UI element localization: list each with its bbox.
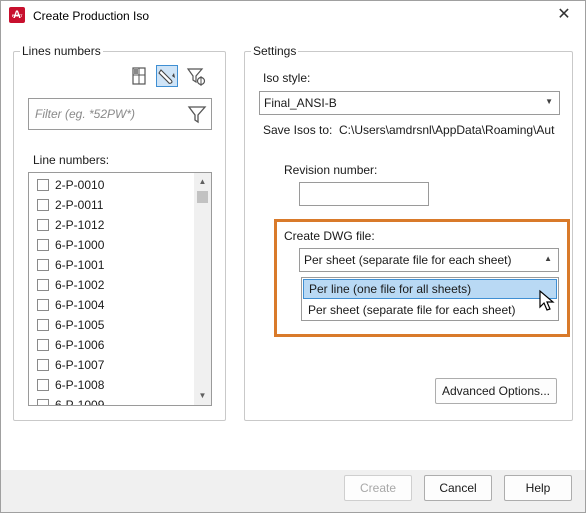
list-item[interactable]: 6-P-1005: [37, 315, 197, 335]
list-item[interactable]: 6-P-1001: [37, 255, 197, 275]
save-isos-path: C:\Users\amdrsnl\AppData\Roaming\Aut: [339, 123, 555, 137]
settings-legend: Settings: [251, 44, 299, 58]
sheet-icon[interactable]: [128, 65, 150, 87]
checkbox[interactable]: [37, 339, 49, 351]
filter-settings-icon[interactable]: [185, 65, 207, 87]
iso-style-value: Final_ANSI-B: [264, 96, 337, 110]
revision-number-input[interactable]: [299, 182, 429, 206]
checkbox[interactable]: [37, 239, 49, 251]
line-number-label: 6-P-1004: [55, 298, 105, 312]
list-item[interactable]: 2-P-0010: [37, 175, 197, 195]
list-item[interactable]: 6-P-1000: [37, 235, 197, 255]
checkbox[interactable]: [37, 259, 49, 271]
line-number-label: 6-P-1001: [55, 258, 105, 272]
checkbox[interactable]: [37, 279, 49, 291]
list-item[interactable]: 2-P-0011: [37, 195, 197, 215]
mouse-pointer-icon: [539, 289, 555, 311]
checkbox[interactable]: [37, 379, 49, 391]
dialog-body: Lines numbers Filter (eg. *52PW*) Line n…: [1, 31, 585, 470]
list-item[interactable]: 6-P-1007: [37, 355, 197, 375]
list-item[interactable]: 6-P-1004: [37, 295, 197, 315]
list-item[interactable]: 2-P-1012: [37, 215, 197, 235]
line-filter-field[interactable]: [28, 98, 212, 130]
iso-style-dropdown[interactable]: Final_ANSI-B ▼: [259, 91, 560, 115]
chevron-down-icon: ▼: [545, 97, 553, 106]
list-item[interactable]: 6-P-1002: [37, 275, 197, 295]
line-number-label: 6-P-1007: [55, 358, 105, 372]
scroll-down-icon[interactable]: ▼: [194, 389, 211, 403]
line-number-label: 2-P-1012: [55, 218, 105, 232]
list-item[interactable]: 6-P-1009: [37, 395, 197, 406]
checkbox[interactable]: [37, 319, 49, 331]
filter-funnel-icon[interactable]: [187, 104, 207, 124]
list-scrollbar[interactable]: ▲ ▼: [194, 173, 211, 405]
title-bar: A PLNT Create Production Iso ✕: [1, 1, 585, 31]
checkbox[interactable]: [37, 299, 49, 311]
list-item[interactable]: 6-P-1008: [37, 375, 197, 395]
line-numbers-label: Line numbers:: [33, 153, 110, 167]
line-filter-input[interactable]: [33, 105, 183, 123]
window-title: Create Production Iso: [33, 9, 150, 23]
scroll-up-icon[interactable]: ▲: [194, 175, 211, 189]
line-number-label: 2-P-0011: [55, 198, 104, 212]
iso-style-label: Iso style:: [263, 71, 311, 85]
lines-numbers-legend: Lines numbers: [20, 44, 103, 58]
dialog-window: A PLNT Create Production Iso ✕ Lines num…: [0, 0, 586, 513]
scroll-thumb[interactable]: [197, 191, 208, 203]
checkbox[interactable]: [37, 399, 49, 405]
list-item[interactable]: 6-P-1006: [37, 335, 197, 355]
help-button[interactable]: Help: [504, 475, 572, 501]
line-number-label: 6-P-1002: [55, 278, 105, 292]
checkbox[interactable]: [37, 179, 49, 191]
checkbox[interactable]: [37, 359, 49, 371]
checkbox[interactable]: [37, 219, 49, 231]
line-numbers-list[interactable]: 2-P-0010 2-P-0011 2-P-1012 6-P-1000 6-P-1001…: [28, 172, 212, 406]
save-isos-label: Save Isos to:: [263, 123, 333, 137]
line-number-label: 6-P-1006: [55, 338, 105, 352]
cancel-button[interactable]: Cancel: [424, 475, 492, 501]
line-number-label: 6-P-1005: [55, 318, 105, 332]
line-number-label: 6-P-1008: [55, 378, 105, 392]
advanced-options-button[interactable]: Advanced Options...: [435, 378, 557, 404]
create-button[interactable]: Create: [344, 475, 412, 501]
highlight-frame: [274, 219, 570, 337]
autocad-plant-app-icon: A PLNT: [9, 7, 25, 23]
line-number-label: 6-P-1009: [55, 398, 105, 406]
line-number-label: 6-P-1000: [55, 238, 105, 252]
checkbox[interactable]: [37, 199, 49, 211]
revision-number-label: Revision number:: [284, 163, 378, 177]
line-number-label: 2-P-0010: [55, 178, 105, 192]
close-icon[interactable]: ✕: [549, 3, 579, 27]
pipe-select-icon[interactable]: [156, 65, 178, 87]
